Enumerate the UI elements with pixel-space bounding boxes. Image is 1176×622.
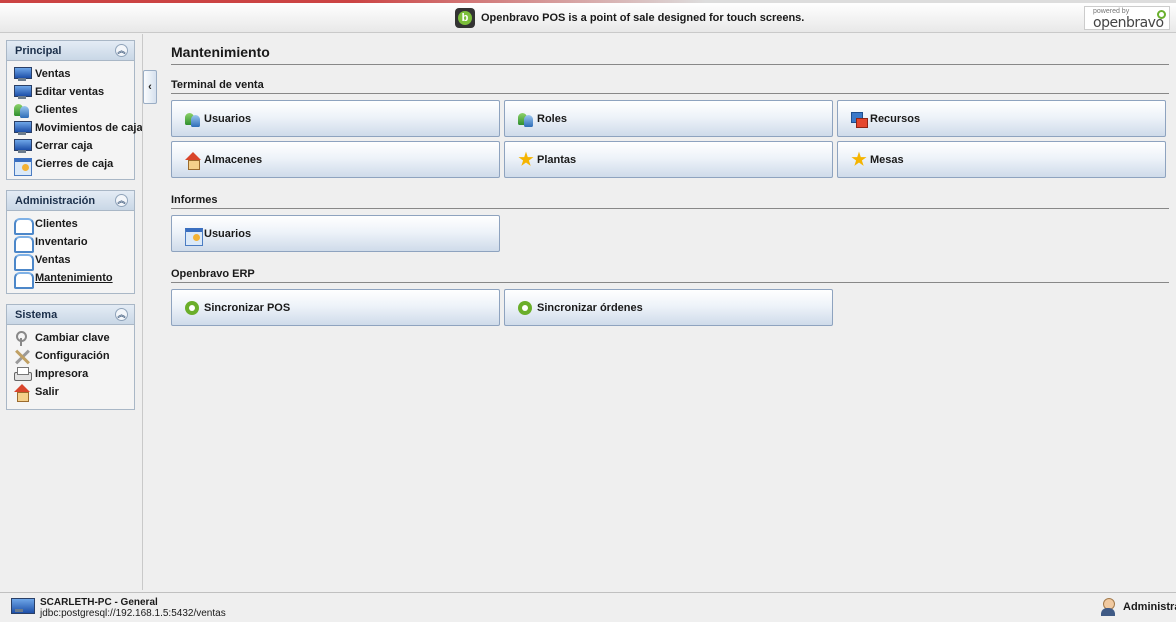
- collapse-icon[interactable]: ︽: [115, 194, 128, 207]
- monitor-icon: [13, 120, 32, 136]
- section-informes: Informes Usuarios: [171, 194, 1169, 252]
- book-icon: [13, 270, 34, 289]
- informe-usuarios-button[interactable]: Usuarios: [171, 215, 500, 252]
- chevron-left-icon: ‹: [148, 81, 152, 93]
- home-icon: [184, 151, 202, 170]
- panel-sistema-header[interactable]: Sistema ︽: [7, 305, 134, 325]
- sidebar-item-clientes[interactable]: Clientes: [13, 101, 134, 119]
- sidebar-item-mantenimiento[interactable]: Mantenimiento: [13, 269, 134, 289]
- main-content: Mantenimiento Terminal de venta Usuarios…: [171, 34, 1169, 326]
- star-icon: ★: [518, 149, 534, 169]
- printer-icon: [13, 366, 32, 382]
- openbravo-logo-icon: b: [455, 8, 475, 28]
- status-bar: SCARLETH-PC - General jdbc:postgresql://…: [0, 592, 1176, 622]
- page-title: Mantenimiento: [171, 34, 1169, 65]
- sidebar-item-configuracion[interactable]: Configuración: [13, 347, 134, 365]
- collapse-sidebar-button[interactable]: ‹: [143, 70, 157, 104]
- book-icon: [13, 216, 34, 235]
- sidebar-item-impresora[interactable]: Impresora: [13, 365, 134, 383]
- openbravo-dot-icon: [1157, 10, 1166, 19]
- home-icon: [13, 384, 31, 402]
- collapse-icon[interactable]: ︽: [115, 308, 128, 321]
- book-icon: [13, 252, 34, 271]
- panel-title: Administración: [15, 194, 96, 207]
- collapse-icon[interactable]: ︽: [115, 44, 128, 57]
- section-title: Informes: [171, 194, 1169, 209]
- powered-by-logo: powered by openbravo: [1084, 6, 1170, 31]
- panel-principal-header[interactable]: Principal ︽: [7, 41, 134, 61]
- tools-icon: [13, 348, 31, 364]
- keys-icon: [13, 330, 31, 346]
- section-openbravo-erp: Openbravo ERP Sincronizar POS Sincroniza…: [171, 268, 1169, 326]
- plantas-button[interactable]: ★ Plantas: [504, 141, 833, 178]
- monitor-icon: [10, 597, 35, 619]
- star-icon: ★: [851, 149, 867, 169]
- almacenes-button[interactable]: Almacenes: [171, 141, 500, 178]
- section-title: Openbravo ERP: [171, 268, 1169, 283]
- book-icon: [13, 234, 34, 253]
- sidebar-item-cerrar-caja[interactable]: Cerrar caja: [13, 137, 134, 155]
- sidebar-item-admin-clientes[interactable]: Clientes: [13, 215, 134, 235]
- banner-text: Openbravo POS is a point of sale designe…: [481, 12, 805, 24]
- monitor-icon: [13, 66, 32, 82]
- sidebar-item-salir[interactable]: Salir: [13, 383, 134, 402]
- banner-message: b Openbravo POS is a point of sale desig…: [455, 8, 804, 28]
- user-icon: [1099, 598, 1117, 616]
- connection-info: SCARLETH-PC - General jdbc:postgresql://…: [10, 597, 226, 619]
- usuarios-button[interactable]: Usuarios: [171, 100, 500, 137]
- resources-icon: [850, 111, 868, 128]
- sidebar-item-inventario[interactable]: Inventario: [13, 233, 134, 253]
- sidebar-item-movimientos-de-caja[interactable]: Movimientos de caja: [13, 119, 143, 137]
- user-name: Administrator: [1123, 601, 1176, 613]
- host-label: SCARLETH-PC - General: [40, 597, 158, 608]
- sidebar-item-cambiar-clave[interactable]: Cambiar clave: [13, 329, 134, 347]
- panel-principal: Principal ︽ Ventas Editar ventas Cliente…: [6, 40, 143, 180]
- panel-administracion-header[interactable]: Administración ︽: [7, 191, 134, 211]
- users-icon: [517, 111, 535, 127]
- db-connection-label: jdbc:postgresql://192.168.1.5:5432/venta…: [40, 608, 226, 619]
- top-banner: b Openbravo POS is a point of sale desig…: [0, 3, 1176, 33]
- sidebar-item-editar-ventas[interactable]: Editar ventas: [13, 83, 134, 101]
- openbravo-icon: [184, 300, 202, 316]
- recursos-button[interactable]: Recursos: [837, 100, 1166, 137]
- sincronizar-ordenes-button[interactable]: Sincronizar órdenes: [504, 289, 833, 326]
- users-icon: [184, 111, 202, 127]
- sidebar-item-ventas[interactable]: Ventas: [13, 65, 134, 83]
- panel-administracion: Administración ︽ Clientes Inventario Ven…: [6, 190, 135, 294]
- sidebar: Principal ︽ Ventas Editar ventas Cliente…: [6, 40, 143, 420]
- monitor-icon: [13, 84, 32, 100]
- sidebar-divider: [142, 34, 143, 590]
- panel-sistema: Sistema ︽ Cambiar clave Configuración Im…: [6, 304, 135, 410]
- section-terminal-de-venta: Terminal de venta Usuarios Roles Recurso…: [171, 79, 1169, 178]
- user-button[interactable]: Administrator: [1099, 598, 1176, 616]
- monitor-icon: [13, 138, 32, 154]
- sidebar-item-admin-ventas[interactable]: Ventas: [13, 251, 134, 271]
- sincronizar-pos-button[interactable]: Sincronizar POS: [171, 289, 500, 326]
- mesas-button[interactable]: ★ Mesas: [837, 141, 1166, 178]
- section-title: Terminal de venta: [171, 79, 1169, 94]
- panel-title: Principal: [15, 44, 62, 57]
- calendar-icon: [184, 226, 203, 246]
- sidebar-item-cierres-de-caja[interactable]: Cierres de caja: [13, 155, 134, 176]
- users-icon: [13, 102, 31, 118]
- roles-button[interactable]: Roles: [504, 100, 833, 137]
- panel-title: Sistema: [15, 308, 58, 321]
- calendar-icon: [13, 156, 32, 176]
- openbravo-icon: [517, 300, 535, 316]
